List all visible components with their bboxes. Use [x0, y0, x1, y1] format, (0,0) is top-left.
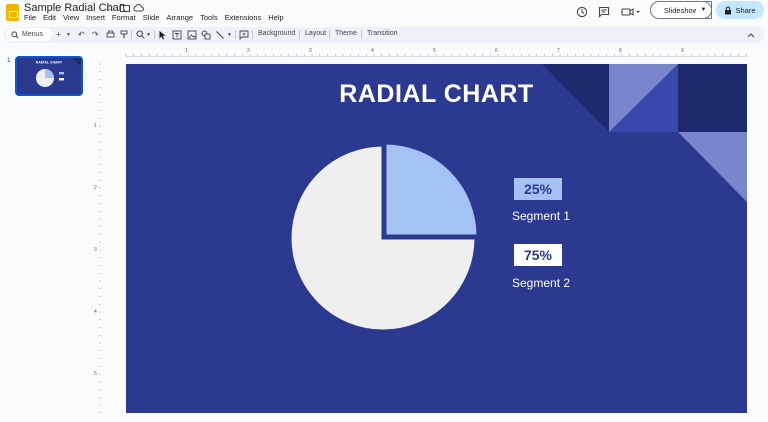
segment-1-percent-box[interactable]: 25%	[514, 178, 562, 200]
theme-button[interactable]: Theme	[335, 30, 357, 37]
menu-extensions[interactable]: Extensions	[225, 13, 262, 22]
menu-arrange[interactable]: Arrange	[166, 13, 193, 22]
segment-2-percent-box[interactable]: 75%	[514, 244, 562, 266]
menus-search-label: Menus	[22, 31, 44, 38]
thumbnail-label-box	[59, 78, 64, 81]
toolbar-divider	[131, 30, 132, 39]
menu-format[interactable]: Format	[112, 13, 136, 22]
ruler-v-label: 3	[94, 247, 97, 253]
undo-icon[interactable]: ↶	[78, 29, 85, 40]
search-icon	[11, 30, 19, 39]
menu-view[interactable]: View	[63, 13, 79, 22]
paint-format-icon[interactable]	[120, 29, 129, 40]
thumbnail-title: RADIAL CHART	[36, 61, 63, 65]
menu-insert[interactable]: Insert	[86, 13, 105, 22]
menu-edit[interactable]: Edit	[43, 13, 56, 22]
collapse-toolbar-chevron-icon[interactable]	[747, 29, 755, 40]
menu-tools[interactable]: Tools	[200, 13, 218, 22]
add-comment-icon[interactable]	[239, 29, 249, 40]
select-cursor-icon[interactable]	[158, 29, 167, 40]
layout-button[interactable]: Layout	[305, 30, 326, 37]
ruler-h-label: 7	[557, 48, 560, 54]
segment-1-percent: 25%	[523, 181, 553, 197]
lock-icon	[725, 6, 732, 14]
menus-search-input[interactable]: Menus	[6, 28, 52, 41]
vertical-ruler[interactable]: 1 2 3 4 5	[92, 57, 101, 422]
comments-icon[interactable]	[596, 5, 612, 19]
share-label: Share	[735, 5, 756, 15]
menu-file[interactable]: File	[24, 13, 36, 22]
ruler-h-label: 2	[247, 48, 250, 54]
menu-help[interactable]: Help	[268, 13, 283, 22]
shape-icon[interactable]	[201, 29, 211, 40]
thumbnail-pie-segment	[45, 69, 54, 78]
transition-button[interactable]: Transition	[367, 30, 397, 37]
zoom-icon[interactable]	[136, 29, 145, 40]
slide-canvas[interactable]: RADIAL CHART 25% Segment 1 75% Segment 2	[126, 64, 747, 413]
ruler-h-label: 6	[495, 48, 498, 54]
radial-chart[interactable]	[126, 64, 747, 413]
slide-thumbnail[interactable]: RADIAL CHART	[15, 56, 83, 96]
slides-logo-icon[interactable]	[6, 4, 19, 21]
zoom-dropdown-chevron-icon[interactable]: ▼	[146, 29, 151, 40]
ruler-h-label: 9	[681, 48, 684, 54]
text-box-icon[interactable]	[172, 29, 182, 40]
menu-bar: File Edit View Insert Format Slide Arran…	[24, 13, 284, 22]
ruler-v-label: 2	[94, 185, 97, 191]
toolbar-divider	[154, 30, 155, 39]
segment-1-label[interactable]: Segment 1	[512, 209, 570, 223]
thumbnail-label-box	[59, 72, 64, 75]
insert-image-icon[interactable]	[187, 29, 197, 40]
line-dropdown-chevron-icon[interactable]: ▼	[227, 29, 232, 40]
ruler-h-label: 3	[309, 48, 312, 54]
ruler-v-label: 4	[94, 309, 97, 315]
print-icon[interactable]	[106, 29, 115, 40]
redo-icon[interactable]: ↷	[92, 29, 99, 40]
toolbar-divider	[299, 30, 300, 39]
meet-camera-icon[interactable]	[620, 5, 642, 19]
segment-2-label[interactable]: Segment 2	[512, 276, 570, 290]
ruler-h-label: 4	[371, 48, 374, 54]
toolbar-divider	[235, 30, 236, 39]
ruler-h-baseline	[126, 56, 747, 57]
version-history-icon[interactable]	[574, 5, 590, 19]
menu-slide[interactable]: Slide	[143, 13, 160, 22]
ruler-v-label: 5	[94, 371, 97, 377]
pie-slice-1[interactable]	[383, 141, 480, 238]
segment-2-percent: 75%	[523, 247, 553, 263]
ruler-h-label: 1	[185, 48, 188, 54]
toolbar-divider	[329, 30, 330, 39]
ruler-v-label: 1	[94, 123, 97, 129]
background-button[interactable]: Background	[258, 30, 295, 37]
new-slide-dropdown-chevron-icon[interactable]: ▼	[66, 29, 71, 40]
ruler-h-label: 8	[619, 48, 622, 54]
slide-number: 1	[7, 57, 11, 64]
line-icon[interactable]	[215, 29, 225, 40]
share-button[interactable]: Share	[716, 1, 764, 19]
toolbar-divider	[252, 30, 253, 39]
ruler-h-label: 5	[433, 48, 436, 54]
toolbar-divider	[361, 30, 362, 39]
new-slide-plus-icon[interactable]: +	[56, 29, 61, 40]
